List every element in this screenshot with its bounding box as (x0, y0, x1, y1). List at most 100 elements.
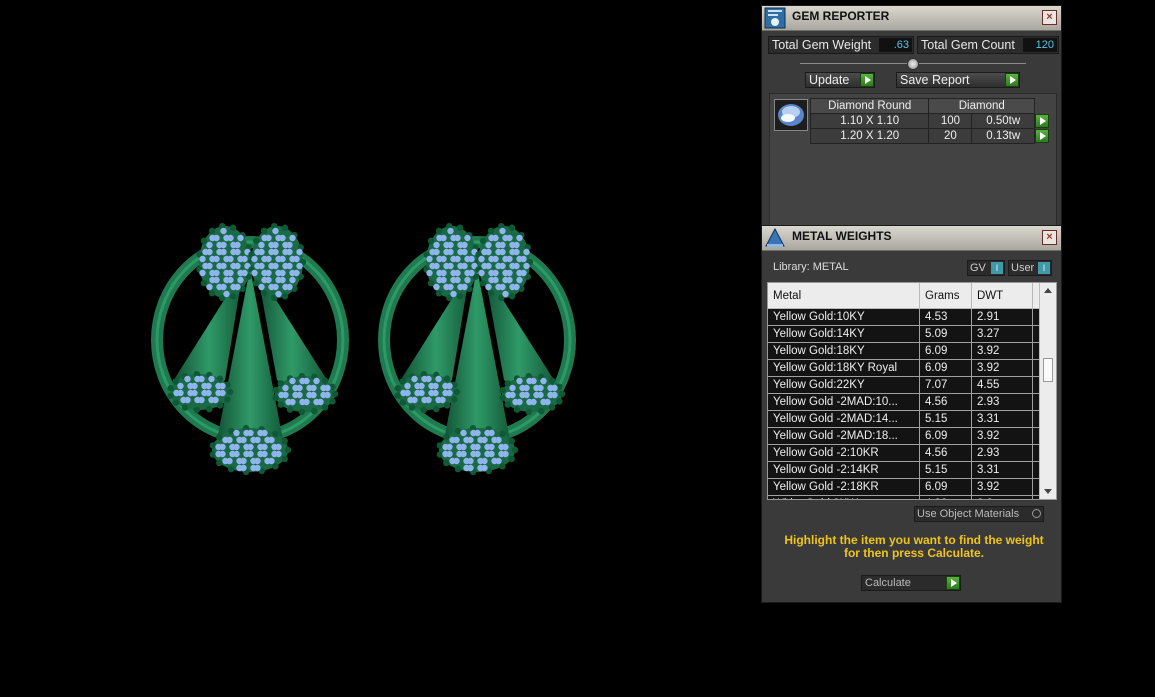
3d-viewport[interactable] (0, 0, 760, 694)
metal-row[interactable]: Yellow Gold -2MAD:10... 4.56 2.93 (768, 393, 1053, 411)
diamond-round-icon[interactable] (774, 99, 808, 131)
metal-column-header[interactable]: Metal (768, 283, 920, 309)
metal-metal-cell: Yellow Gold -2MAD:10... (768, 393, 920, 411)
gem-size: 1.20 X 1.20 (809, 128, 930, 144)
metal-weights-titlebar[interactable]: METAL WEIGHTS × (762, 226, 1061, 251)
metal-table-scrollbar[interactable] (1039, 283, 1056, 499)
metal-row[interactable]: White Gold:8KW4.332.8 (768, 495, 1053, 499)
update-button[interactable]: Update (805, 72, 875, 88)
metal-row[interactable]: Yellow Gold:14KY 5.09 3.27 (768, 325, 1053, 343)
metal-dwt-cell: 3.92 (971, 427, 1033, 445)
calculate-button-label: Calculate (865, 577, 911, 589)
user-toggle[interactable]: User I (1008, 260, 1052, 276)
metal-dwt-cell: 3.31 (971, 410, 1033, 428)
gem-reporter-title: GEM REPORTER (792, 9, 890, 23)
update-play-icon (860, 73, 874, 87)
earring-model (151, 222, 576, 476)
metal-dwt-cell: 3.92 (971, 342, 1033, 360)
metal-grams-cell: 7.07 (919, 376, 972, 394)
metal-metal-cell: Yellow Gold -2MAD:18... (768, 427, 920, 445)
gem-slider-handle[interactable] (907, 58, 919, 70)
metal-row[interactable]: Yellow Gold -2:18KR 6.09 3.92 (768, 478, 1053, 496)
metal-grams-cell: 6.09 (919, 427, 972, 445)
metal-weights-panel: METAL WEIGHTS × Library: METAL GV I User… (761, 225, 1062, 603)
update-button-label: Update (809, 73, 850, 87)
gem-reporter-close-button[interactable]: × (1042, 10, 1057, 25)
metal-dwt-cell: 2.93 (971, 393, 1033, 411)
metal-row[interactable]: Yellow Gold -2MAD:18... 6.09 3.92 (768, 427, 1053, 445)
metal-grams-cell: 6.09 (919, 342, 972, 360)
metal-table[interactable]: Metal Grams DWT Yellow Gold:10KY 4.53 2.91… (767, 282, 1057, 500)
metal-dwt-cell: 2.8 (971, 495, 1033, 499)
gem-row-select-icon[interactable] (1035, 128, 1050, 143)
gem-list-area: Diamond Round Diamond 1.10 X 1.10 100 0.… (769, 93, 1057, 228)
metal-metal-cell: Yellow Gold -2:14KR (768, 461, 920, 479)
metal-dwt-cell: 3.92 (971, 478, 1033, 496)
metal-dwt-cell: 3.31 (971, 461, 1033, 479)
gem-table-header-shape: Diamond Round (809, 98, 930, 114)
earring-right (378, 222, 576, 476)
metal-grams-cell: 4.53 (919, 308, 972, 326)
metal-weights-title: METAL WEIGHTS (792, 229, 892, 243)
gv-toggle[interactable]: GV I (967, 260, 1005, 276)
metal-row[interactable]: Yellow Gold:18KY 6.09 3.92 (768, 342, 1053, 360)
save-report-play-icon (1005, 73, 1019, 87)
metal-dwt-cell: 4.55 (971, 376, 1033, 394)
gem-row[interactable]: 1.20 X 1.20 20 0.13tw (809, 128, 1056, 144)
use-object-materials-label: Use Object Materials (917, 508, 1020, 520)
user-toggle-indicator-icon: I (1038, 262, 1050, 274)
total-gem-weight-value: .63 (879, 38, 912, 52)
gem-weight: 0.13tw (971, 128, 1036, 144)
metal-metal-cell: Yellow Gold -2MAD:14... (768, 410, 920, 428)
grams-column-header[interactable]: Grams (919, 283, 972, 309)
user-toggle-label: User (1011, 262, 1035, 274)
metal-grams-cell: 5.15 (919, 410, 972, 428)
total-gem-count: Total Gem Count 120 (917, 36, 1059, 54)
metal-row[interactable]: Yellow Gold -2:14KR 5.15 3.31 (768, 461, 1053, 479)
metal-grams-cell: 4.56 (919, 393, 972, 411)
metal-metal-cell: Yellow Gold -2:10KR (768, 444, 920, 462)
scroll-up-arrow-icon[interactable] (1044, 288, 1052, 293)
gem-table: Diamond Round Diamond 1.10 X 1.10 100 0.… (809, 98, 1056, 144)
gem-count: 100 (928, 113, 973, 129)
save-report-button[interactable]: Save Report (896, 72, 1020, 88)
calculate-button[interactable]: Calculate (861, 575, 961, 591)
gem-row-select-icon[interactable] (1035, 113, 1050, 128)
metal-row[interactable]: Yellow Gold -2MAD:14... 5.15 3.31 (768, 410, 1053, 428)
metal-row[interactable]: Yellow Gold:18KY Royal 6.09 3.92 (768, 359, 1053, 377)
metal-metal-cell: Yellow Gold:14KY (768, 325, 920, 343)
gem-table-header-type: Diamond (928, 98, 1036, 114)
scroll-thumb[interactable] (1043, 358, 1053, 382)
metal-grams-cell: 5.09 (919, 325, 972, 343)
metal-metal-cell: Yellow Gold:18KY (768, 342, 920, 360)
save-report-button-label: Save Report (900, 73, 970, 87)
use-object-materials-toggle[interactable]: Use Object Materials (914, 506, 1044, 522)
gem-row[interactable]: 1.10 X 1.10 100 0.50tw (809, 113, 1056, 129)
gem-reporter-titlebar[interactable]: GEM REPORTER × (762, 6, 1061, 31)
metal-metal-cell: Yellow Gold -2:18KR (768, 478, 920, 496)
metal-metal-cell: Yellow Gold:22KY (768, 376, 920, 394)
metal-dwt-cell: 3.92 (971, 359, 1033, 377)
scroll-down-arrow-icon[interactable] (1044, 489, 1052, 494)
metal-grams-cell: 5.15 (919, 461, 972, 479)
metal-weights-close-button[interactable]: × (1042, 230, 1057, 245)
metal-row[interactable]: Yellow Gold -2:10KR 4.56 2.93 (768, 444, 1053, 462)
metal-grams-cell: 4.33 (919, 495, 972, 499)
dwt-column-header[interactable]: DWT (971, 283, 1033, 309)
library-label: Library: METAL (773, 261, 849, 273)
gem-reporter-panel: GEM REPORTER × Total Gem Weight .63 Tota… (761, 5, 1062, 230)
earring-left (151, 222, 349, 476)
gem-size: 1.10 X 1.10 (809, 113, 930, 129)
metal-row[interactable]: Yellow Gold:10KY 4.53 2.91 (768, 308, 1053, 326)
metal-metal-cell: White Gold:8KW (768, 495, 920, 499)
total-gem-count-label: Total Gem Count (921, 38, 1015, 52)
metal-weights-icon (765, 227, 785, 247)
metal-grams-cell: 6.09 (919, 359, 972, 377)
total-gem-weight: Total Gem Weight .63 (768, 36, 914, 54)
gem-reporter-icon (764, 7, 786, 29)
gv-toggle-label: GV (970, 262, 986, 274)
metal-row[interactable]: Yellow Gold:22KY 7.07 4.55 (768, 376, 1053, 394)
metal-grams-cell: 4.56 (919, 444, 972, 462)
calculate-play-icon (946, 576, 960, 590)
gem-count: 20 (928, 128, 973, 144)
